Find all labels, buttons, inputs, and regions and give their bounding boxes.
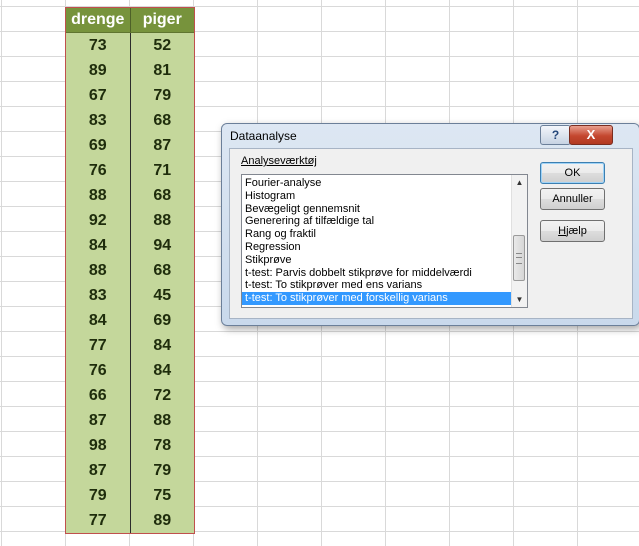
list-item[interactable]: t-test: To stikprøver med forskellig var… xyxy=(242,292,512,305)
table-row: 77 89 xyxy=(66,508,194,533)
list-item[interactable]: Generering af tilfældige tal xyxy=(242,215,512,228)
grip-icon xyxy=(516,253,522,264)
cancel-button[interactable]: Annuller xyxy=(540,188,605,210)
cell-piger[interactable]: 68 xyxy=(131,258,195,283)
dialog-body: Analyseværktøj Fourier-analyse Histogram B… xyxy=(229,148,633,319)
help-accelerator: H xyxy=(558,225,567,237)
cell-piger[interactable]: 72 xyxy=(131,383,195,408)
cell-drenge[interactable]: 98 xyxy=(66,433,131,458)
cell-drenge[interactable]: 67 xyxy=(66,83,131,108)
cell-piger[interactable]: 69 xyxy=(131,308,195,333)
cell-drenge[interactable]: 76 xyxy=(66,358,131,383)
list-item[interactable]: Bevægeligt gennemsnit xyxy=(242,203,512,216)
cell-drenge[interactable]: 89 xyxy=(66,58,131,83)
help-icon[interactable]: ? xyxy=(540,125,571,145)
list-item[interactable]: t-test: To stikprøver med ens varians xyxy=(242,279,512,292)
table-row: 66 72 xyxy=(66,383,194,408)
cell-piger[interactable]: 71 xyxy=(131,158,195,183)
cell-drenge[interactable]: 87 xyxy=(66,458,131,483)
scroll-thumb[interactable] xyxy=(513,235,525,281)
cell-piger[interactable]: 88 xyxy=(131,408,195,433)
list-scrollbar[interactable]: ▲ ▼ xyxy=(511,175,527,307)
dialog-titlebar[interactable]: Dataanalyse ? X xyxy=(222,124,639,148)
list-item[interactable]: Rang og fraktil xyxy=(242,228,512,241)
cell-piger[interactable]: 52 xyxy=(131,33,195,58)
cell-piger[interactable]: 79 xyxy=(131,458,195,483)
cell-piger[interactable]: 84 xyxy=(131,333,195,358)
cell-drenge[interactable]: 77 xyxy=(66,508,131,533)
cell-piger[interactable]: 84 xyxy=(131,358,195,383)
cell-piger[interactable]: 68 xyxy=(131,108,195,133)
analysis-tools-label: Analyseværktøj xyxy=(241,155,317,167)
table-row: 89 81 xyxy=(66,58,194,83)
ok-button[interactable]: OK xyxy=(540,162,605,184)
list-item[interactable]: Histogram xyxy=(242,190,512,203)
analysis-tools-list[interactable]: Fourier-analyse Histogram Bevægeligt genne… xyxy=(241,174,528,308)
table-row: 67 79 xyxy=(66,83,194,108)
cell-piger[interactable]: 81 xyxy=(131,58,195,83)
table-row: 79 75 xyxy=(66,483,194,508)
cell-piger[interactable]: 87 xyxy=(131,133,195,158)
cell-drenge[interactable]: 88 xyxy=(66,258,131,283)
table-row: 77 84 xyxy=(66,333,194,358)
cell-piger[interactable]: 75 xyxy=(131,483,195,508)
cell-drenge[interactable]: 83 xyxy=(66,108,131,133)
table-row: 76 84 xyxy=(66,358,194,383)
cell-piger[interactable]: 68 xyxy=(131,183,195,208)
table-row: 83 68 xyxy=(66,108,194,133)
scroll-down-arrow-icon[interactable]: ▼ xyxy=(512,292,527,307)
table-row: 83 45 xyxy=(66,283,194,308)
cell-piger[interactable]: 94 xyxy=(131,233,195,258)
dialog-title: Dataanalyse xyxy=(230,129,297,143)
help-label: jælp xyxy=(566,225,587,237)
table-row: 84 94 xyxy=(66,233,194,258)
table-row: 98 78 xyxy=(66,433,194,458)
table-row: 92 88 xyxy=(66,208,194,233)
close-icon[interactable]: X xyxy=(569,125,613,145)
header-drenge[interactable]: drenge xyxy=(66,8,131,32)
table-row: 69 87 xyxy=(66,133,194,158)
cell-drenge[interactable]: 84 xyxy=(66,233,131,258)
cell-drenge[interactable]: 66 xyxy=(66,383,131,408)
cell-drenge[interactable]: 69 xyxy=(66,133,131,158)
cell-piger[interactable]: 89 xyxy=(131,508,195,533)
cell-piger[interactable]: 78 xyxy=(131,433,195,458)
table-row: 87 79 xyxy=(66,458,194,483)
cell-drenge[interactable]: 77 xyxy=(66,333,131,358)
table-row: 87 88 xyxy=(66,408,194,433)
table-row: 84 69 xyxy=(66,308,194,333)
cell-drenge[interactable]: 84 xyxy=(66,308,131,333)
list-items: Fourier-analyse Histogram Bevægeligt genne… xyxy=(242,177,512,305)
cell-piger[interactable]: 45 xyxy=(131,283,195,308)
data-analysis-dialog: Dataanalyse ? X Analyseværktøj Fourier-a… xyxy=(221,123,639,326)
help-button[interactable]: Hjælp xyxy=(540,220,605,242)
data-table: drenge piger 73 52 89 81 67 79 83 68 69 87 76 71 88 6… xyxy=(65,7,195,534)
cell-drenge[interactable]: 76 xyxy=(66,158,131,183)
table-header: drenge piger xyxy=(66,8,194,33)
list-item[interactable]: Regression xyxy=(242,241,512,254)
cell-piger[interactable]: 79 xyxy=(131,83,195,108)
table-row: 76 71 xyxy=(66,158,194,183)
cell-piger[interactable]: 88 xyxy=(131,208,195,233)
cell-drenge[interactable]: 79 xyxy=(66,483,131,508)
list-item[interactable]: t-test: Parvis dobbelt stikprøve for mid… xyxy=(242,267,512,280)
cell-drenge[interactable]: 92 xyxy=(66,208,131,233)
header-piger[interactable]: piger xyxy=(131,8,195,32)
cell-drenge[interactable]: 87 xyxy=(66,408,131,433)
table-row: 73 52 xyxy=(66,33,194,58)
list-item[interactable]: Stikprøve xyxy=(242,254,512,267)
table-row: 88 68 xyxy=(66,183,194,208)
cell-drenge[interactable]: 88 xyxy=(66,183,131,208)
cell-drenge[interactable]: 83 xyxy=(66,283,131,308)
list-item[interactable]: Fourier-analyse xyxy=(242,177,512,190)
cell-drenge[interactable]: 73 xyxy=(66,33,131,58)
scroll-up-arrow-icon[interactable]: ▲ xyxy=(512,175,527,190)
table-row: 88 68 xyxy=(66,258,194,283)
table-body: 73 52 89 81 67 79 83 68 69 87 76 71 88 68 92 88 84 94 88 68… xyxy=(66,33,194,533)
